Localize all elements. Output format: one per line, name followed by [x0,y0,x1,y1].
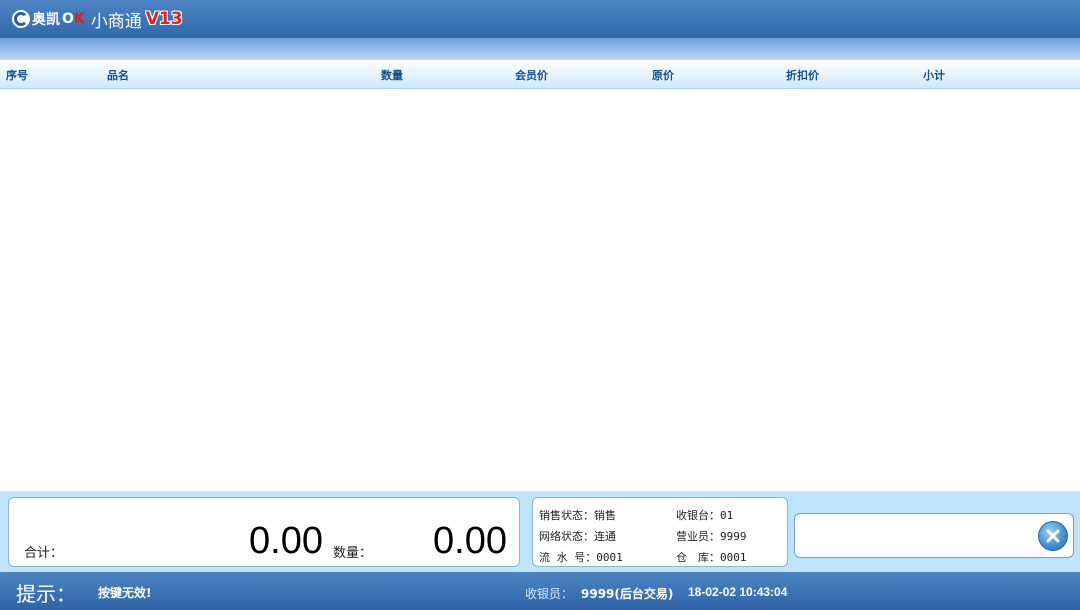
register-value: 01 [720,509,734,522]
serial-value: 0001 [596,551,623,564]
warehouse-label: 仓 库： [676,551,720,564]
sale-status: 销售状态：销售 [539,507,616,523]
column-header-member-price[interactable]: 会员价 [515,67,548,83]
register-label: 收银台： [676,509,720,522]
cashier-value: 9999(后台交易) [581,587,674,601]
barcode-input[interactable] [801,522,1025,550]
close-circle-icon [1046,529,1060,543]
hint-label: 提示： [16,582,76,606]
clear-button[interactable] [1038,521,1068,551]
cashier-label: 收银员： [525,587,574,601]
clerk-label: 营业员： [676,530,720,543]
totals-panel: 合计： 0.00 数量： 0.00 [8,497,520,567]
sale-status-value: 销售 [594,509,616,522]
register: 收银台：01 [676,507,733,523]
hint-message: 按键无效! [98,586,152,600]
table-header: 序号 品名 数量 会员价 原价 折扣价 小计 [0,60,1080,89]
app-logo: 奥凯 O K 小商通 V13 [12,7,183,32]
column-header-index[interactable]: 序号 [6,67,28,83]
sale-status-label: 销售状态： [539,509,594,522]
aokai-logo-icon [12,10,30,28]
warehouse-value: 0001 [720,551,747,564]
version-badge: V13 [145,9,183,29]
datetime: 18-02-02 10:43:04 [688,585,788,599]
warehouse: 仓 库：0001 [676,549,747,565]
serial-number: 流 水 号：0001 [539,549,623,565]
sales-table-body[interactable] [0,89,1080,491]
serial-label: 流 水 号： [539,551,597,564]
column-header-discount-price[interactable]: 折扣价 [786,67,819,83]
quantity-amount: 0.00 [433,520,507,562]
quantity-label: 数量： [333,546,373,561]
product-name: 小商通 [90,11,142,32]
column-header-subtotal[interactable]: 小计 [923,67,945,83]
network-status-label: 网络状态： [539,530,594,543]
total-amount: 0.00 [249,520,323,562]
total-label: 合计： [24,546,64,561]
title-bar: 奥凯 O K 小商通 V13 [0,0,1080,38]
barcode-input-panel [794,513,1074,558]
toolbar-strip [0,38,1080,60]
status-bar: 提示： 按键无效! 收银员： 9999(后台交易) 18-02-02 10:43… [0,572,1080,610]
column-header-name[interactable]: 品名 [107,67,129,83]
brand-name: 奥凯 [32,12,60,28]
status-info-panel: 销售状态：销售 收银台：01 网络状态：连通 营业员：9999 流 水 号：00… [532,497,788,567]
column-header-original-price[interactable]: 原价 [652,67,674,83]
brand-ok-k: K [73,11,85,27]
clerk-value: 9999 [720,530,747,543]
network-status-value: 连通 [594,530,616,543]
column-header-quantity[interactable]: 数量 [381,67,403,83]
brand-ok-o: O [62,11,74,27]
network-status: 网络状态：连通 [539,528,616,544]
clerk: 营业员：9999 [676,528,747,544]
